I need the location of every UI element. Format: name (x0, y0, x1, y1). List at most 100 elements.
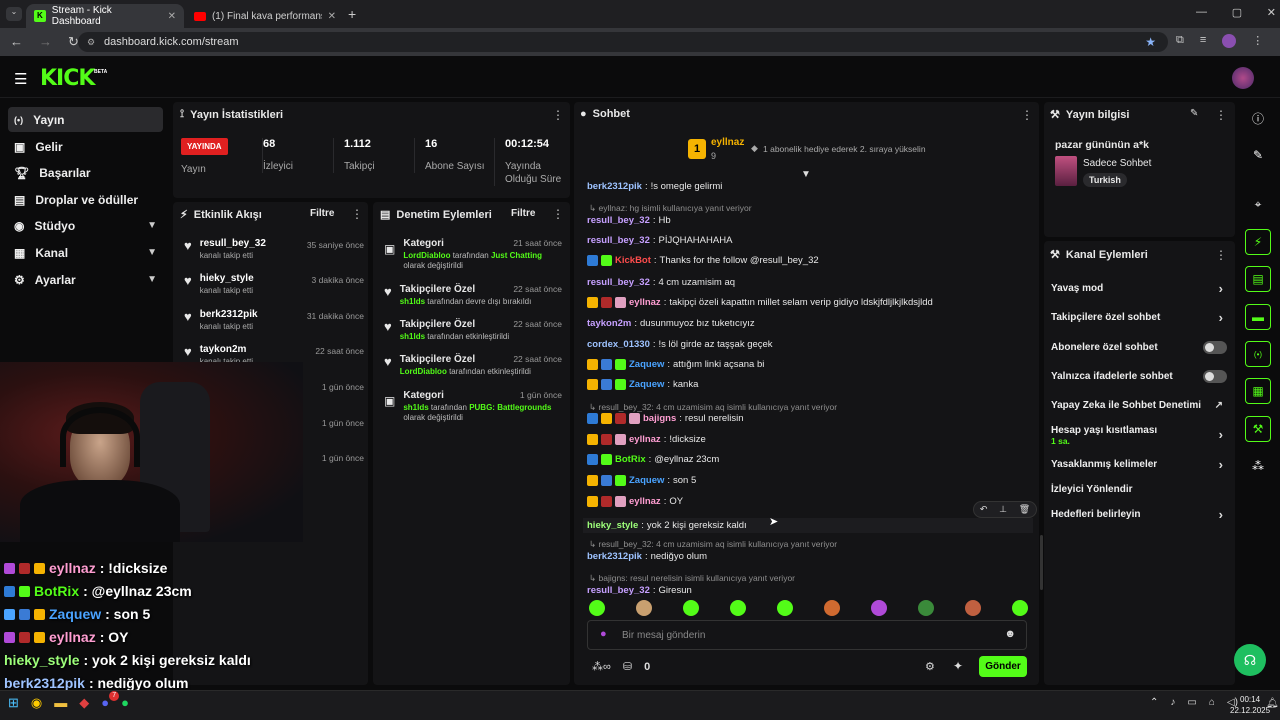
delete-icon[interactable]: 🗑︎ (1019, 504, 1030, 515)
clipboard-panel-icon[interactable]: ▤ (1245, 266, 1271, 292)
action-raid[interactable]: İzleyici Yönlendir (1051, 484, 1231, 495)
chat-reply-context[interactable]: ↳ eyllnaz: hg isimli kullanıcıya yanıt v… (589, 203, 752, 214)
chat-message[interactable]: hieky_style: yok 2 kişi gereksiz kaldı (583, 517, 1033, 533)
top-gifter-name[interactable]: eyllnaz (711, 137, 744, 148)
emote-icon[interactable] (1012, 600, 1028, 616)
chat-settings-icon[interactable]: ⚙ (925, 660, 935, 673)
stream-info-more-icon[interactable]: ⋮ (1215, 108, 1227, 122)
forward-icon[interactable]: → (39, 34, 52, 50)
send-button[interactable]: Gönder (979, 656, 1027, 677)
chat-username[interactable]: eyllnaz (629, 434, 661, 445)
close-window-icon[interactable]: ✕ (1267, 6, 1276, 19)
chat-message[interactable]: Zaquew: kanka (587, 379, 698, 391)
microphone-tray-icon[interactable]: ♪ (1170, 697, 1175, 708)
chat-tools-icon[interactable]: ✦ (953, 659, 963, 673)
chat-username[interactable]: eyllnaz (629, 297, 661, 308)
tab-youtube[interactable]: (1) Final kava performans - You ✕ (186, 4, 344, 28)
action-slow-mode[interactable]: Yavaş mod › (1051, 281, 1231, 296)
broadcast-panel-icon[interactable]: (•) (1245, 341, 1271, 367)
chat-username[interactable]: Zaquew (629, 475, 664, 486)
action-ai-moderation[interactable]: Yapay Zeka ile Sohbet Denetimi ↗ (1051, 400, 1231, 411)
display-icon[interactable]: ▭ (1187, 697, 1196, 708)
emote-icon[interactable] (589, 600, 605, 616)
chat-username[interactable]: cordex_01330 (587, 339, 650, 350)
focus-icon[interactable]: ⌖ (1245, 191, 1271, 217)
emote-icon[interactable] (918, 600, 934, 616)
stats-more-icon[interactable]: ⋮ (552, 108, 564, 122)
chat-username[interactable]: resull_bey_32 (587, 215, 650, 226)
chat-username[interactable]: resull_bey_32 (587, 235, 650, 246)
url-input[interactable]: ⚙ dashboard.kick.com/stream ★ (78, 32, 1168, 52)
tab-search-button[interactable]: ⌄ (6, 7, 22, 21)
pen-icon[interactable]: ✎ (1245, 142, 1271, 168)
chat-scrollbar[interactable] (1040, 535, 1043, 590)
file-explorer-icon[interactable]: ▬ (54, 695, 67, 711)
chat-username[interactable]: resull_bey_32 (587, 277, 650, 288)
emote-icon[interactable] (965, 600, 981, 616)
chat-username[interactable]: berk2312pik (587, 181, 642, 192)
chat-more-icon[interactable]: ⋮ (1021, 108, 1033, 122)
action-followers-only[interactable]: Takipçilere özel sohbet › (1051, 310, 1231, 325)
extensions-icon[interactable]: ⧉ (1176, 34, 1184, 48)
chat-message[interactable]: Zaquew: son 5 (587, 475, 696, 487)
nav-item-ayarlar[interactable]: ⚙ Ayarlar ▼ (8, 267, 163, 292)
action-subscribers-only[interactable]: Abonelere özel sohbet (1051, 341, 1231, 354)
emote-icon[interactable] (683, 600, 699, 616)
action-goals[interactable]: Hedefleri belirleyin › (1051, 507, 1231, 522)
network-icon[interactable]: ⌂ (1209, 697, 1215, 708)
emote-icon[interactable] (636, 600, 652, 616)
chat-message[interactable]: KickBot: Thanks for the follow @resull_be… (587, 255, 819, 267)
action-banned-words[interactable]: Yasaklanmış kelimeler › (1051, 457, 1231, 472)
new-tab-button[interactable]: + (348, 6, 356, 22)
chat-message[interactable]: bajigns: resul nerelisin (587, 413, 744, 424)
wrench-panel-icon[interactable]: ⚒ (1245, 416, 1271, 442)
edit-icon[interactable]: ✎ (1190, 108, 1198, 119)
moderation-filter-button[interactable]: Filtre (511, 208, 535, 219)
moderation-item[interactable]: ♥ Takipçilere Özel sh1lds tarafından etk… (384, 319, 562, 342)
action-account-age[interactable]: Hesap yaşı kısıtlaması 1 sa. › (1051, 425, 1231, 447)
emote-icon[interactable] (730, 600, 746, 616)
lightning-panel-icon[interactable]: ⚡︎ (1245, 229, 1271, 255)
chat-panel-icon[interactable]: ▬ (1245, 304, 1271, 330)
community-icon[interactable]: ⁂∞ (592, 660, 611, 673)
chat-message[interactable]: resull_bey_32: Hb (587, 215, 671, 226)
action-emote-only[interactable]: Yalnızca ifadelerle sohbet (1051, 370, 1231, 383)
chat-username[interactable]: Zaquew (629, 379, 664, 390)
bookmark-star-icon[interactable]: ★ (1145, 35, 1156, 49)
tray-chevron-icon[interactable]: ⌃ (1150, 697, 1158, 708)
emote-icon[interactable] (777, 600, 793, 616)
event-item[interactable]: ♥ resull_bey_32 kanalı takip etti 35 sani… (184, 238, 364, 272)
event-more-icon[interactable]: ⋮ (351, 207, 363, 221)
chat-input[interactable]: ● Bir mesaj gönderin ☻ (587, 620, 1027, 650)
window-controls[interactable]: — ▢ ✕ (1196, 6, 1276, 19)
emoji-icon[interactable]: ☻ (1004, 628, 1016, 640)
layout-panel-icon[interactable]: ▦ (1245, 378, 1271, 404)
media-icon[interactable]: ≡ (1200, 34, 1206, 48)
moderation-item[interactable]: ▣ Kategori sh1lds tarafından PUBG: Battl… (384, 390, 562, 423)
spotify-app-icon[interactable]: ● (121, 695, 129, 711)
reply-icon[interactable]: ↶ (980, 504, 988, 515)
event-item[interactable]: ♥ berk2312pik kanalı takip etti 31 dakika… (184, 309, 364, 343)
chat-message[interactable]: cordex_01330: !s löl girde az taşşak geçe… (587, 339, 773, 350)
chat-reply-context[interactable]: ↳ bajigns: resul nerelisin isimli kullan… (589, 573, 795, 584)
chat-username[interactable]: Zaquew (629, 359, 664, 370)
support-chat-button[interactable]: ☊ (1234, 644, 1266, 676)
emote-icon[interactable] (824, 600, 840, 616)
chat-username[interactable]: bajigns (643, 413, 676, 424)
chat-username[interactable]: berk2312pik (587, 551, 642, 562)
emote-icon[interactable] (871, 600, 887, 616)
site-info-icon[interactable]: ⚙ (87, 37, 95, 48)
event-item[interactable]: ♥ hieky_style kanalı takip etti 3 dakika … (184, 273, 364, 307)
windows-start-icon[interactable]: ⊞ (8, 695, 19, 711)
emote-only-toggle[interactable] (1203, 370, 1227, 383)
collapse-pinned-icon[interactable]: ▼ (801, 169, 811, 180)
discord-app-icon[interactable]: ● 7 (101, 691, 120, 711)
chat-message[interactable]: resull_bey_32: Giresun (587, 585, 692, 596)
kick-logo[interactable]: KICK (40, 66, 95, 91)
menu-icon[interactable]: ⋮ (1252, 34, 1263, 48)
pin-icon[interactable]: ⊥ (999, 504, 1007, 515)
back-icon[interactable]: ← (10, 34, 23, 50)
chat-username[interactable]: taykon2m (587, 318, 631, 329)
chat-username[interactable]: resull_bey_32 (587, 585, 650, 596)
chat-message[interactable]: eyllnaz: OY (587, 495, 683, 507)
